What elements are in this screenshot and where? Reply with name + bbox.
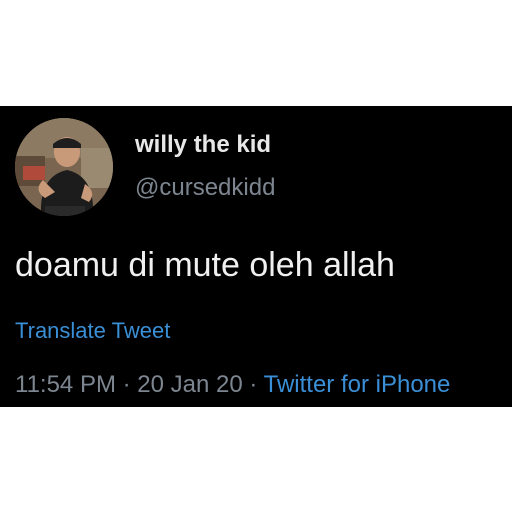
translate-tweet-link[interactable]: Translate Tweet xyxy=(15,318,170,344)
meta-separator: · xyxy=(115,371,138,398)
tweet-source-link[interactable]: Twitter for iPhone xyxy=(264,371,451,398)
profile-photo-icon xyxy=(15,118,113,216)
user-handle[interactable]: @cursedkidd xyxy=(135,174,275,202)
tweet-text: doamu di mute oleh allah xyxy=(15,246,395,284)
tweet-meta: 11:54 PM · 20 Jan 20 · Twitter for iPhon… xyxy=(15,371,450,399)
tweet-time: 11:54 PM xyxy=(15,371,116,398)
tweet-card: willy the kid @cursedkidd doamu di mute … xyxy=(0,106,512,407)
avatar[interactable] xyxy=(15,118,113,216)
tweet-date: 20 Jan 20 xyxy=(137,371,243,398)
display-name[interactable]: willy the kid xyxy=(135,131,271,159)
meta-separator: · xyxy=(242,371,264,398)
